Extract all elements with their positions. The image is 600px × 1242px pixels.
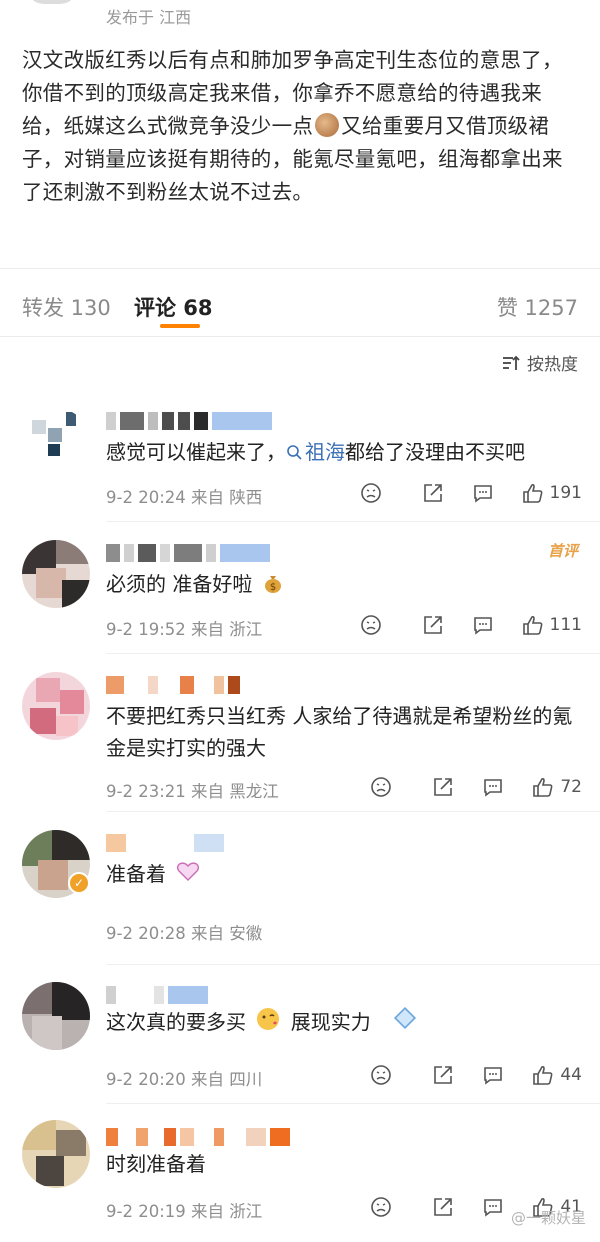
post-tabs: 转发 130 评论 68 赞 1257 <box>0 282 600 334</box>
svg-text:$: $ <box>270 582 276 593</box>
money-bag-emoji-icon <box>315 113 340 137</box>
reply-button[interactable] <box>472 614 494 636</box>
comment-meta: 9-2 23:21 来自 黑龙江 <box>106 782 279 801</box>
reply-button[interactable] <box>472 482 494 504</box>
sort-label: 按热度 <box>527 355 578 375</box>
username[interactable] <box>106 1128 290 1146</box>
comment-text: 时刻准备着 <box>106 1152 206 1176</box>
search-icon <box>287 445 302 460</box>
dislike-button[interactable] <box>370 776 392 798</box>
comment-text: 准备着 <box>106 858 576 890</box>
diamond-icon <box>394 1006 417 1030</box>
divider <box>0 268 600 269</box>
comment-text: 这次真的要多买 展现实力 <box>106 1004 576 1038</box>
reply-button[interactable] <box>482 1064 504 1086</box>
comment-icon <box>484 779 503 797</box>
dislike-button[interactable] <box>370 1064 392 1086</box>
comment-text: 感觉可以催起来了， 祖海都给了没理由不买吧 <box>106 440 525 464</box>
thumbs-up-icon <box>522 615 542 635</box>
like-button[interactable]: 44 <box>532 1064 582 1086</box>
verified-badge-icon: ✓ <box>68 872 90 894</box>
sad-face-icon <box>371 1065 392 1085</box>
comment-meta: 9-2 20:19 来自 浙江 <box>106 1202 263 1221</box>
sad-face-icon <box>360 483 381 503</box>
divider <box>106 653 600 654</box>
username[interactable] <box>106 544 270 562</box>
reply-button[interactable] <box>482 1196 504 1218</box>
divider <box>106 521 600 522</box>
like-button[interactable]: 111 <box>522 614 582 636</box>
divider <box>0 336 600 337</box>
first-comment-badge: 首评 <box>547 542 578 560</box>
divider <box>106 811 600 812</box>
tab-repost[interactable]: 转发 130 <box>22 292 111 322</box>
dislike-button[interactable] <box>370 1196 392 1218</box>
topic-link[interactable]: 祖海 <box>286 440 345 464</box>
share-icon <box>423 616 442 634</box>
thumbs-up-icon <box>533 1065 553 1085</box>
money-bag-emoji-icon: $ <box>264 576 281 593</box>
active-tab-indicator <box>160 324 200 328</box>
sort-icon <box>503 355 520 370</box>
comment-meta: 9-2 20:20 来自 四川 <box>106 1070 263 1089</box>
share-button[interactable] <box>422 482 444 504</box>
avatar[interactable] <box>22 982 90 1050</box>
username[interactable] <box>106 834 224 852</box>
divider <box>106 964 600 965</box>
tab-comments[interactable]: 评论 68 <box>134 292 213 322</box>
share-button[interactable] <box>432 1064 454 1086</box>
like-count: 44 <box>560 1065 582 1085</box>
username[interactable] <box>106 676 240 694</box>
sparkle-heart-icon <box>177 862 200 881</box>
share-icon <box>423 484 442 502</box>
face-blowing-kiss-icon <box>257 1008 280 1030</box>
comment-actions: 72 <box>370 776 582 798</box>
share-button[interactable] <box>432 1196 454 1218</box>
comment-icon <box>484 1199 503 1217</box>
comment-meta: 9-2 20:24 来自 陕西 <box>106 488 263 507</box>
reply-button[interactable] <box>482 776 504 798</box>
avatar[interactable] <box>22 672 90 740</box>
comment-text: 不要把红秀只当红秀 人家给了待遇就是希望粉丝的氪金是实打实的强大 <box>106 704 573 760</box>
like-count: 111 <box>549 615 582 635</box>
comment-text: 必须的 准备好啦 $ <box>106 568 576 600</box>
comment-meta: 9-2 19:52 来自 浙江 <box>106 620 263 639</box>
sort-button[interactable]: 按热度 <box>501 350 578 375</box>
post-body: 汉文改版红秀以后有点和肺加罗争高定刊生态位的意思了，你借不到的顶级高定我来借，你… <box>22 44 578 209</box>
like-count: 191 <box>549 483 582 503</box>
comment-meta: 9-2 20:28 来自 安徽 <box>106 924 263 943</box>
comment-icon <box>484 1067 503 1085</box>
author-avatar[interactable] <box>26 0 78 4</box>
comment-icon <box>473 617 492 635</box>
share-button[interactable] <box>432 776 454 798</box>
tab-likes[interactable]: 赞 1257 <box>497 292 578 322</box>
avatar[interactable] <box>22 408 90 476</box>
divider <box>106 1103 600 1104</box>
post-location: 发布于 江西 <box>106 8 192 27</box>
dislike-button[interactable] <box>360 482 382 504</box>
like-count: 72 <box>560 777 582 797</box>
watermark: @一颗妖星 <box>510 1209 586 1227</box>
like-button[interactable]: 72 <box>532 776 582 798</box>
share-button[interactable] <box>422 614 444 636</box>
share-icon <box>434 778 453 796</box>
avatar[interactable] <box>22 540 90 608</box>
username[interactable] <box>106 986 208 1004</box>
comment-actions: 44 <box>370 1064 582 1086</box>
avatar[interactable] <box>22 1120 90 1188</box>
dislike-button[interactable] <box>360 614 382 636</box>
sad-face-icon <box>371 777 392 797</box>
username[interactable] <box>106 412 272 430</box>
comment-actions: 111 <box>360 614 582 636</box>
sad-face-icon <box>371 1197 392 1217</box>
thumbs-up-icon <box>522 483 542 503</box>
share-icon <box>434 1066 453 1084</box>
comment-icon <box>473 485 492 503</box>
share-icon <box>434 1198 453 1216</box>
thumbs-up-icon <box>533 777 553 797</box>
sad-face-icon <box>360 615 381 635</box>
comment-actions: 191 <box>360 482 582 504</box>
like-button[interactable]: 191 <box>522 482 582 504</box>
